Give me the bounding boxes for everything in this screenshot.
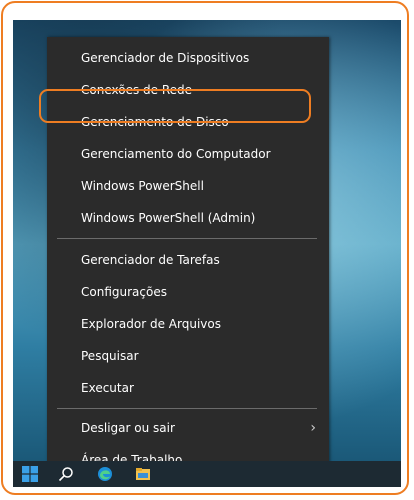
edge-browser-icon[interactable] bbox=[96, 465, 114, 483]
menu-item-disk-management[interactable]: Gerenciamento de Disco bbox=[47, 108, 329, 136]
search-icon[interactable] bbox=[57, 465, 75, 483]
chevron-right-icon: › bbox=[310, 420, 316, 436]
taskbar bbox=[13, 461, 401, 487]
menu-separator bbox=[57, 238, 317, 239]
menu-item-windows-powershell[interactable]: Windows PowerShell bbox=[47, 172, 329, 200]
windows-start-icon[interactable] bbox=[21, 465, 39, 483]
menu-item-run[interactable]: Executar bbox=[47, 374, 329, 402]
file-explorer-icon[interactable] bbox=[134, 465, 152, 483]
screenshot-frame: Gerenciador de Dispositivos Conexões de … bbox=[1, 1, 409, 495]
menu-item-shut-down-or-sign-out[interactable]: Desligar ou sair › bbox=[47, 414, 329, 442]
menu-item-computer-management[interactable]: Gerenciamento do Computador bbox=[47, 140, 329, 168]
menu-item-search[interactable]: Pesquisar bbox=[47, 342, 329, 370]
menu-item-settings[interactable]: Configurações bbox=[47, 278, 329, 306]
menu-item-network-connections[interactable]: Conexões de Rede bbox=[47, 76, 329, 104]
menu-item-windows-powershell-admin[interactable]: Windows PowerShell (Admin) bbox=[47, 204, 329, 232]
menu-separator bbox=[57, 408, 317, 409]
menu-item-file-explorer[interactable]: Explorador de Arquivos bbox=[47, 310, 329, 338]
power-user-menu: Gerenciador de Dispositivos Conexões de … bbox=[47, 37, 329, 485]
menu-item-task-manager[interactable]: Gerenciador de Tarefas bbox=[47, 246, 329, 274]
menu-item-device-manager[interactable]: Gerenciador de Dispositivos bbox=[47, 44, 329, 72]
menu-item-label: Desligar ou sair bbox=[81, 421, 175, 435]
desktop-wallpaper: Gerenciador de Dispositivos Conexões de … bbox=[13, 20, 401, 487]
